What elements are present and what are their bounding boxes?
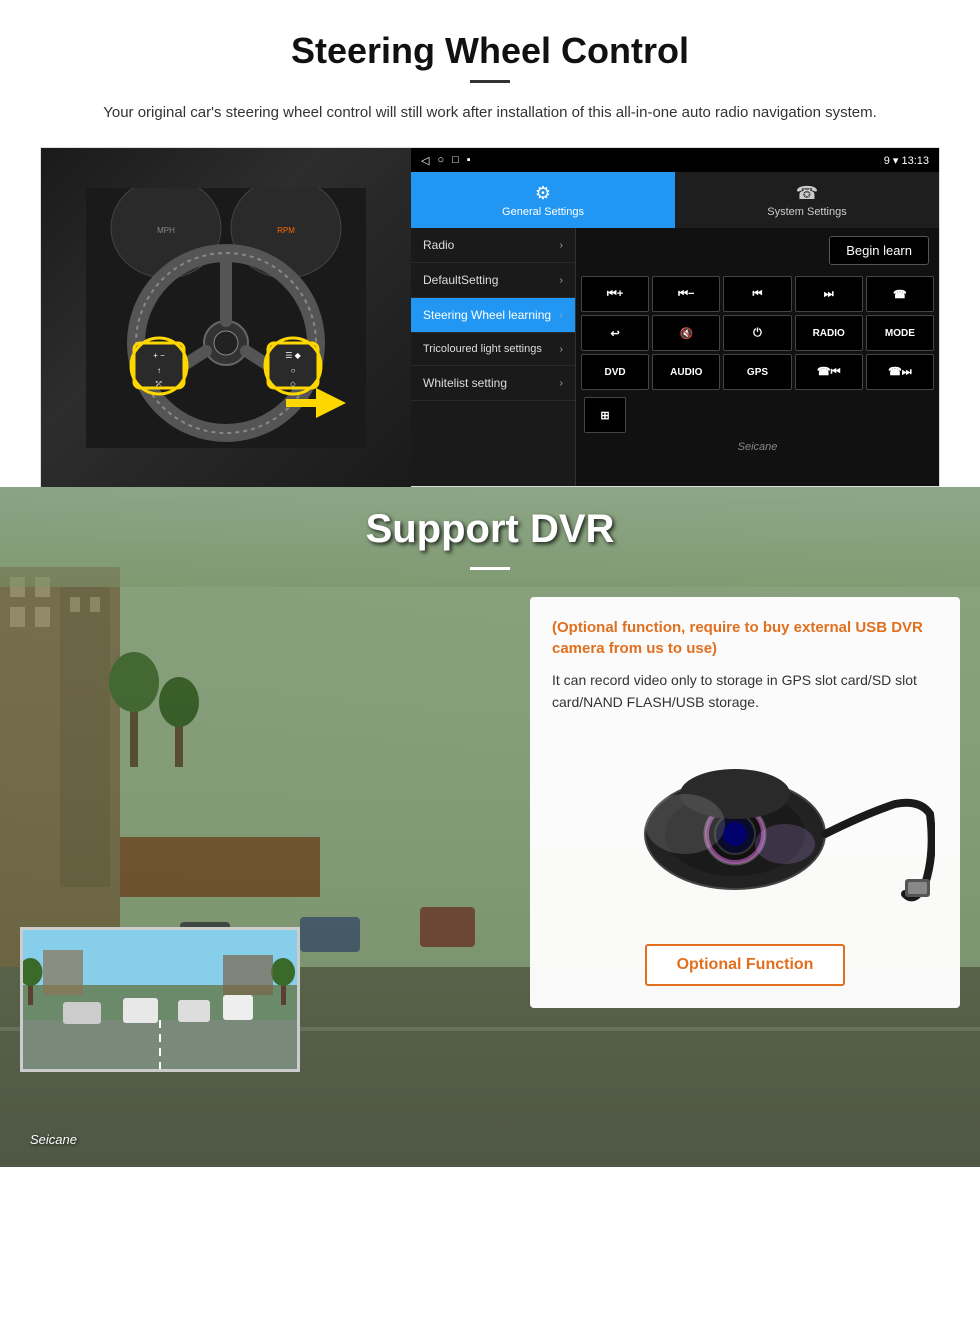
ctrl-btn-prev[interactable]: ⏮	[723, 276, 791, 312]
content-area: Radio › DefaultSetting › Steering Wheel …	[411, 228, 939, 486]
menu-icon: ▪	[467, 154, 471, 167]
section2-dvr: Support DVR (Optional function, require …	[0, 487, 980, 1167]
tab-general-label: General Settings	[502, 206, 584, 218]
preview-svg	[23, 930, 297, 1069]
whitelist-row: ⊞	[576, 393, 939, 437]
status-time: 9 ▾ 13:13	[884, 154, 929, 167]
begin-learn-row: Begin learn	[576, 228, 939, 273]
ctrl-btn-hangup[interactable]: ↩	[581, 315, 649, 351]
begin-learn-button[interactable]: Begin learn	[829, 236, 929, 265]
steering-wheel-photo: MPH RPM + − ↑ ⤱	[41, 148, 411, 488]
gear-tab-icon: ⚙	[535, 183, 551, 204]
tab-system-settings[interactable]: ☎ System Settings	[675, 172, 939, 228]
subtitle-text: Your original car's steering wheel contr…	[40, 101, 940, 125]
ctrl-btn-mode[interactable]: MODE	[866, 315, 934, 351]
title-divider	[470, 80, 510, 83]
ctrl-btn-next[interactable]: ⏭	[795, 276, 863, 312]
svg-text:↑: ↑	[157, 366, 161, 375]
status-bar: ◁ ○ □ ▪ 9 ▾ 13:13	[411, 148, 939, 172]
steering-wheel-svg: MPH RPM + − ↑ ⤱	[86, 188, 366, 448]
steering-wheel-demo: MPH RPM + − ↑ ⤱	[40, 147, 940, 487]
back-icon: ◁	[421, 154, 429, 167]
svg-text:MPH: MPH	[157, 226, 175, 235]
dvr-optional-text: (Optional function, require to buy exter…	[552, 617, 938, 659]
section1-steering-wheel: Steering Wheel Control Your original car…	[0, 0, 980, 487]
whitelist-icon[interactable]: ⊞	[584, 397, 626, 433]
svg-text:○: ○	[291, 366, 296, 375]
ctrl-btn-gps[interactable]: GPS	[723, 354, 791, 390]
control-button-grid: ⏮+ ⏮− ⏮ ⏭ ☎ ↩ 🔇 ⏻ RADIO MODE DVD AUDIO	[576, 273, 939, 393]
recents-icon: □	[452, 154, 459, 167]
ctrl-btn-call-next[interactable]: ☎⏭	[866, 354, 934, 390]
dvr-camera-area	[552, 734, 938, 924]
ctrl-btn-mute[interactable]: 🔇	[652, 315, 720, 351]
menu-item-whitelist[interactable]: Whitelist setting ›	[411, 366, 575, 401]
dvr-desc-text: It can record video only to storage in G…	[552, 669, 938, 714]
menu-default-label: DefaultSetting	[423, 273, 498, 287]
menu-tricoloured-label: Tricoloured light settings	[423, 343, 542, 355]
dvr-info-card: (Optional function, require to buy exter…	[530, 597, 960, 1008]
home-icon: ○	[437, 154, 444, 167]
svg-text:RPM: RPM	[277, 226, 295, 235]
system-tab-icon: ☎	[796, 183, 818, 204]
menu-item-default[interactable]: DefaultSetting ›	[411, 263, 575, 298]
android-ui: ◁ ○ □ ▪ 9 ▾ 13:13 ⚙ General Settings ☎ S…	[411, 148, 939, 486]
arrow-icon-steering: ›	[560, 310, 563, 321]
svg-text:☰ ◆: ☰ ◆	[285, 351, 301, 360]
ctrl-btn-dvd[interactable]: DVD	[581, 354, 649, 390]
menu-steering-label: Steering Wheel learning	[423, 308, 551, 322]
ctrl-btn-call-prev[interactable]: ☎⏮	[795, 354, 863, 390]
tab-system-label: System Settings	[767, 206, 846, 218]
left-menu: Radio › DefaultSetting › Steering Wheel …	[411, 228, 576, 486]
dvr-title-divider	[470, 567, 510, 570]
menu-item-radio[interactable]: Radio ›	[411, 228, 575, 263]
status-nav-icons: ◁ ○ □ ▪	[421, 154, 471, 167]
watermark-seicane: Seicane	[576, 437, 939, 457]
ctrl-btn-power[interactable]: ⏻	[723, 315, 791, 351]
dvr-watermark: Seicane	[30, 1132, 77, 1147]
menu-whitelist-label: Whitelist setting	[423, 376, 507, 390]
svg-text:+ −: + −	[153, 351, 165, 360]
ctrl-btn-vol-up[interactable]: ⏮+	[581, 276, 649, 312]
dvr-camera-svg	[555, 734, 935, 934]
ctrl-btn-audio[interactable]: AUDIO	[652, 354, 720, 390]
optional-function-button[interactable]: Optional Function	[645, 944, 846, 986]
svg-text:⤱: ⤱	[156, 381, 162, 388]
menu-item-tricoloured[interactable]: Tricoloured light settings ›	[411, 333, 575, 366]
dvr-title: Support DVR	[0, 507, 980, 552]
arrow-icon-radio: ›	[560, 240, 563, 251]
ctrl-btn-vol-down[interactable]: ⏮−	[652, 276, 720, 312]
menu-radio-label: Radio	[423, 238, 454, 252]
tab-general-settings[interactable]: ⚙ General Settings	[411, 172, 675, 228]
page-title: Steering Wheel Control	[40, 30, 940, 72]
ctrl-btn-radio[interactable]: RADIO	[795, 315, 863, 351]
arrow-icon-default: ›	[560, 275, 563, 286]
arrow-icon-whitelist: ›	[560, 378, 563, 389]
menu-item-steering[interactable]: Steering Wheel learning ›	[411, 298, 575, 333]
ctrl-btn-call[interactable]: ☎	[866, 276, 934, 312]
arrow-icon-tricoloured: ›	[560, 344, 563, 355]
right-panel: Begin learn ⏮+ ⏮− ⏮ ⏭ ☎ ↩ 🔇 ⏻ R	[576, 228, 939, 486]
dvr-preview-screen	[20, 927, 300, 1072]
svg-text:◇: ◇	[290, 381, 296, 388]
tab-bar[interactable]: ⚙ General Settings ☎ System Settings	[411, 172, 939, 228]
